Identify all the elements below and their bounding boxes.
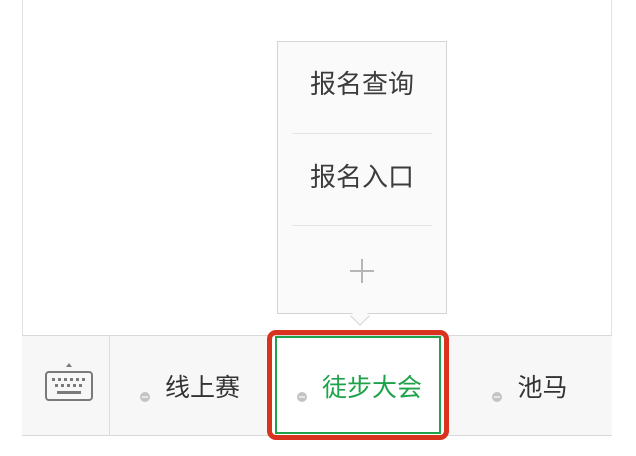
submenu-indicator-icon bbox=[491, 380, 503, 402]
keyboard-toggle-button[interactable] bbox=[22, 336, 110, 435]
menu-tab-online-race[interactable]: 线上赛 bbox=[110, 336, 270, 435]
submenu-popup: 报名查询 报名入口 bbox=[277, 41, 447, 314]
keyboard-icon bbox=[44, 362, 94, 404]
submenu-divider bbox=[292, 133, 432, 134]
plus-icon[interactable] bbox=[347, 256, 377, 286]
menu-tab-label: 线上赛 bbox=[164, 372, 240, 402]
menu-tab-label: 池马 bbox=[517, 372, 568, 402]
menu-tab-chima[interactable]: 池马 bbox=[446, 336, 612, 435]
bottom-menu-bar: 线上赛 徒步大会 池马 bbox=[22, 335, 612, 436]
submenu-item-registration-entry[interactable]: 报名入口 bbox=[292, 165, 432, 191]
menu-tab-hiking-event[interactable]: 徒步大会 bbox=[272, 336, 446, 435]
submenu-divider bbox=[292, 225, 432, 226]
submenu-item-registration-query[interactable]: 报名查询 bbox=[292, 72, 432, 98]
submenu-indicator-icon bbox=[139, 380, 151, 402]
menu-tab-label: 徒步大会 bbox=[321, 372, 422, 402]
submenu-indicator-icon bbox=[296, 380, 308, 402]
